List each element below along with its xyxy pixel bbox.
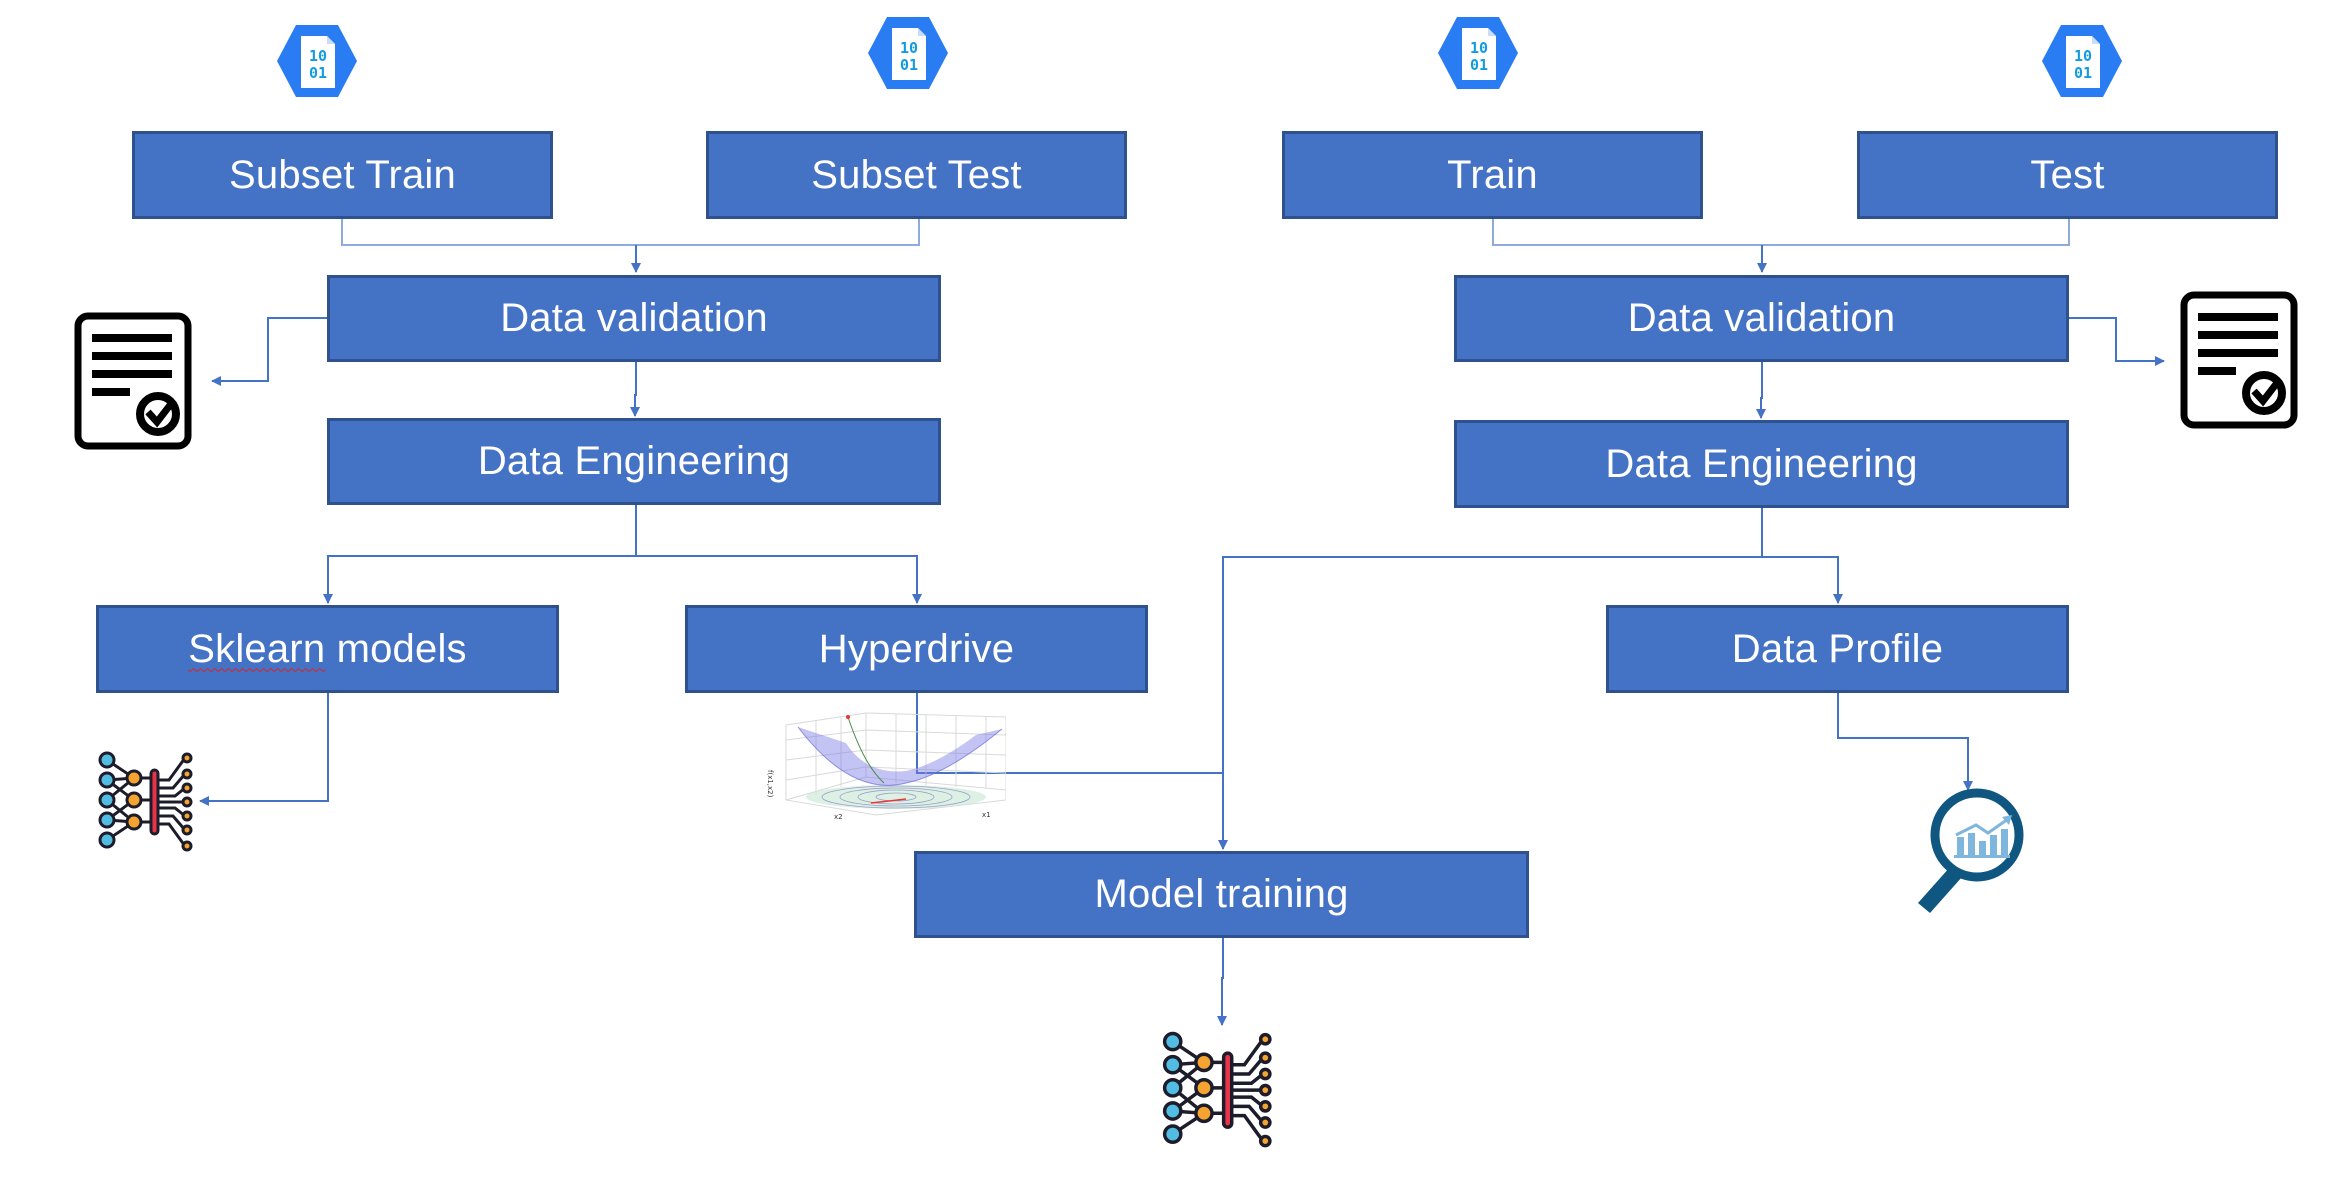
- data-engineering-left-label: Data Engineering: [477, 439, 791, 483]
- azure-dataset-icon: 10 01: [2042, 25, 2122, 97]
- svg-text:01: 01: [900, 56, 918, 74]
- magnifier-chart-icon: [1918, 788, 2024, 913]
- data-engineering-right-node[interactable]: Data Engineering: [1454, 420, 2069, 508]
- x2-axis-label: x2: [834, 813, 843, 821]
- connector-engineering-left-hyperdrive: [636, 555, 922, 604]
- subset-test-label: Subset Test: [811, 152, 1022, 197]
- connector-sklearn-nn: [199, 692, 329, 806]
- connector-engineering-right-training: [1218, 556, 1762, 850]
- data-validation-right-node[interactable]: Data validation: [1454, 275, 2069, 362]
- neural-network-icon: [98, 751, 193, 852]
- connector-validation-right-report: [2069, 317, 2165, 366]
- svg-text:10: 10: [309, 47, 327, 65]
- hyperdrive-label: Hyperdrive: [818, 626, 1015, 671]
- subset-test-node[interactable]: Subset Test: [706, 131, 1127, 219]
- azure-dataset-icon: 10 01: [277, 25, 357, 97]
- test-label: Test: [2030, 152, 2105, 197]
- models-word: models: [325, 626, 467, 671]
- connector-validation-left-report: [211, 317, 328, 386]
- connector-engineering-left-split: [323, 504, 637, 604]
- train-label: Train: [1447, 152, 1538, 197]
- data-engineering-left-node[interactable]: Data Engineering: [327, 418, 941, 505]
- subset-train-label: Subset Train: [229, 152, 456, 197]
- test-node[interactable]: Test: [1857, 131, 2278, 219]
- sklearn-word: Sklearn: [188, 626, 326, 671]
- connector-subset-train: [341, 218, 920, 246]
- checklist-report-icon: [2180, 291, 2298, 429]
- connector-validation-engineering-right: [1756, 361, 1766, 419]
- subset-train-node[interactable]: Subset Train: [132, 131, 553, 219]
- sklearn-models-label: Sklearn models: [188, 627, 467, 672]
- connector-validation-engineering-left: [630, 361, 640, 417]
- data-validation-left-label: Data validation: [500, 296, 768, 340]
- hyperdrive-node[interactable]: Hyperdrive: [685, 605, 1148, 693]
- connector-train-test: [1492, 218, 2070, 246]
- data-profile-label: Data Profile: [1731, 626, 1944, 671]
- checklist-report-icon: [74, 312, 192, 450]
- svg-text:01: 01: [2074, 64, 2092, 82]
- train-node[interactable]: Train: [1282, 131, 1703, 219]
- data-profile-node[interactable]: Data Profile: [1606, 605, 2069, 693]
- connector-training-nn: [1217, 937, 1227, 1026]
- data-engineering-right-label: Data Engineering: [1605, 441, 1918, 486]
- data-validation-left-node[interactable]: Data validation: [327, 275, 941, 362]
- neural-network-icon: [1162, 1031, 1272, 1148]
- z-axis-label: f(x1,x2): [766, 770, 774, 798]
- sklearn-models-node[interactable]: Sklearn models: [96, 605, 559, 693]
- svg-text:10: 10: [1470, 39, 1488, 57]
- svg-text:10: 10: [2074, 47, 2092, 65]
- x1-axis-label: x1: [982, 811, 991, 819]
- model-training-node[interactable]: Model training: [914, 851, 1529, 938]
- azure-dataset-icon: 10 01: [1438, 17, 1518, 89]
- svg-text:01: 01: [309, 64, 327, 82]
- loss-surface-plot-icon: f(x1,x2) x2 x1: [766, 712, 1006, 821]
- data-validation-right-label: Data validation: [1627, 296, 1896, 340]
- connector-engineering-right-profile: [1761, 507, 1843, 604]
- svg-text:10: 10: [900, 39, 918, 57]
- azure-dataset-icon: 10 01: [868, 17, 948, 89]
- model-training-label: Model training: [1094, 872, 1349, 916]
- svg-text:01: 01: [1470, 56, 1488, 74]
- connector-profile-magnifier: [1837, 692, 1973, 791]
